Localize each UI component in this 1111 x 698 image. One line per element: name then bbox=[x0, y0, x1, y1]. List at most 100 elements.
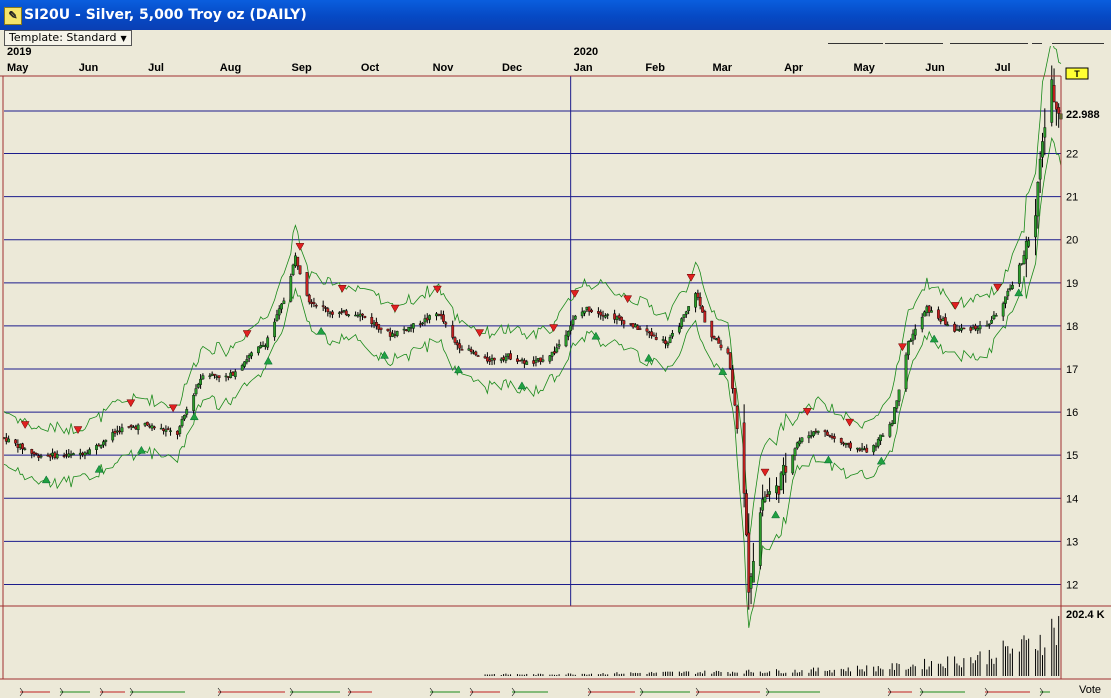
chevron-down-icon: ▼ bbox=[120, 34, 127, 43]
price-bar-body bbox=[620, 316, 623, 321]
vote-label[interactable]: Vote bbox=[1079, 684, 1101, 696]
price-bar-body bbox=[509, 353, 512, 360]
price-bar-body bbox=[113, 431, 117, 434]
price-bar-body bbox=[747, 532, 751, 593]
price-bar-body bbox=[474, 351, 478, 356]
price-bar-body bbox=[326, 308, 330, 312]
price-bar-body bbox=[356, 314, 360, 317]
price-bar-body bbox=[7, 438, 11, 443]
price-bar-body bbox=[476, 355, 480, 357]
last-price-label: 22.988 bbox=[1066, 109, 1100, 121]
price-bar-body bbox=[257, 346, 260, 354]
price-bar-body bbox=[150, 425, 154, 429]
price-bar-body bbox=[213, 373, 216, 376]
price-bar-body bbox=[536, 358, 540, 361]
price-bar-body bbox=[779, 472, 783, 491]
price-bar-body bbox=[1043, 127, 1047, 138]
price-bar-body bbox=[53, 452, 57, 458]
price-bar-body bbox=[328, 312, 332, 314]
price-bar-body bbox=[849, 442, 852, 449]
price-bar-body bbox=[166, 428, 170, 430]
price-bar-body bbox=[363, 315, 367, 318]
price-bar-body bbox=[571, 319, 575, 325]
month-label: Mar bbox=[712, 62, 732, 74]
price-bar-body bbox=[1034, 215, 1037, 238]
price-bar-body bbox=[703, 311, 707, 323]
price-bar-body bbox=[226, 376, 230, 378]
price-tick-label: 16 bbox=[1066, 407, 1078, 419]
price-bar-body bbox=[1038, 158, 1042, 180]
price-bar-body bbox=[340, 311, 344, 313]
price-bar-body bbox=[354, 314, 357, 317]
price-bar-body bbox=[814, 430, 818, 433]
price-bar-body bbox=[233, 371, 237, 377]
price-bar-body bbox=[564, 334, 568, 347]
price-bar-body bbox=[525, 361, 529, 365]
price-bar-body bbox=[407, 326, 411, 332]
price-bar-body bbox=[23, 448, 27, 450]
price-bar-body bbox=[451, 325, 455, 338]
price-bar-body bbox=[259, 345, 263, 348]
template-dropdown[interactable]: Template: Standard ▼ bbox=[4, 30, 132, 46]
price-bar-body bbox=[127, 426, 131, 428]
price-bar-body bbox=[990, 319, 994, 324]
price-bar-body bbox=[622, 320, 626, 325]
price-bar-body bbox=[971, 327, 975, 330]
price-bar-body bbox=[712, 336, 716, 339]
price-bar-body bbox=[467, 348, 471, 351]
price-bar-body bbox=[962, 327, 966, 330]
price-bar-body bbox=[539, 357, 542, 362]
price-bar-body bbox=[176, 430, 179, 435]
price-bar-body bbox=[615, 316, 619, 320]
price-bar-body bbox=[793, 448, 797, 456]
price-bar-body bbox=[677, 326, 681, 333]
price-bar-body bbox=[913, 328, 917, 336]
price-bar-body bbox=[69, 453, 73, 456]
price-bar-body bbox=[617, 315, 621, 319]
price-bar-body bbox=[717, 337, 721, 344]
price-bar-body bbox=[920, 316, 924, 330]
price-bar-body bbox=[455, 342, 459, 346]
price-tick-label: 15 bbox=[1066, 450, 1078, 462]
price-bar-body bbox=[937, 309, 940, 319]
price-bar-body bbox=[872, 445, 876, 453]
price-bar-body bbox=[85, 452, 89, 455]
price-bar-body bbox=[763, 496, 767, 502]
price-bar-body bbox=[444, 322, 448, 325]
price-bar-body bbox=[879, 434, 882, 441]
price-bar-body bbox=[1020, 263, 1024, 265]
price-bar-body bbox=[460, 349, 464, 351]
price-bar-body bbox=[745, 493, 748, 536]
price-bar-body bbox=[941, 318, 945, 321]
price-bar-body bbox=[294, 255, 297, 266]
price-bar-body bbox=[647, 331, 651, 334]
price-tick-label: 14 bbox=[1066, 493, 1078, 505]
price-bar-body bbox=[411, 323, 415, 329]
price-bar-body bbox=[146, 421, 149, 426]
price-bar-body bbox=[312, 302, 316, 304]
price-bar-body bbox=[273, 321, 277, 338]
price-bar-body bbox=[671, 332, 674, 337]
month-label: Aug bbox=[220, 62, 241, 74]
month-label: Sep bbox=[291, 62, 311, 74]
price-bar-body bbox=[194, 388, 198, 395]
price-bar-body bbox=[548, 355, 552, 362]
price-bar-body bbox=[210, 373, 214, 376]
price-bar-body bbox=[714, 338, 718, 341]
price-chart[interactable]: 2019 2020 May Jun Jul Aug Sep Oct Nov Dec Jan Feb M… bbox=[0, 46, 1111, 698]
price-bar-body bbox=[629, 323, 633, 325]
price-bar-body bbox=[169, 430, 172, 432]
price-tick-label: 22 bbox=[1066, 149, 1078, 161]
price-bar-body bbox=[409, 327, 413, 329]
price-bar-body bbox=[102, 441, 105, 446]
price-bar-body bbox=[337, 312, 341, 314]
price-bar-body bbox=[331, 311, 334, 315]
price-bar-body bbox=[860, 447, 864, 450]
price-bar-body bbox=[344, 310, 348, 316]
price-bar-body bbox=[250, 352, 253, 357]
month-axis: May Jun Jul Aug Sep Oct Nov Dec Jan Feb Mar Apr May J… bbox=[7, 62, 1011, 74]
month-label: Nov bbox=[433, 62, 455, 74]
price-bar-body bbox=[289, 276, 293, 302]
price-bar-body bbox=[132, 426, 135, 429]
price-bar-body bbox=[506, 353, 510, 357]
